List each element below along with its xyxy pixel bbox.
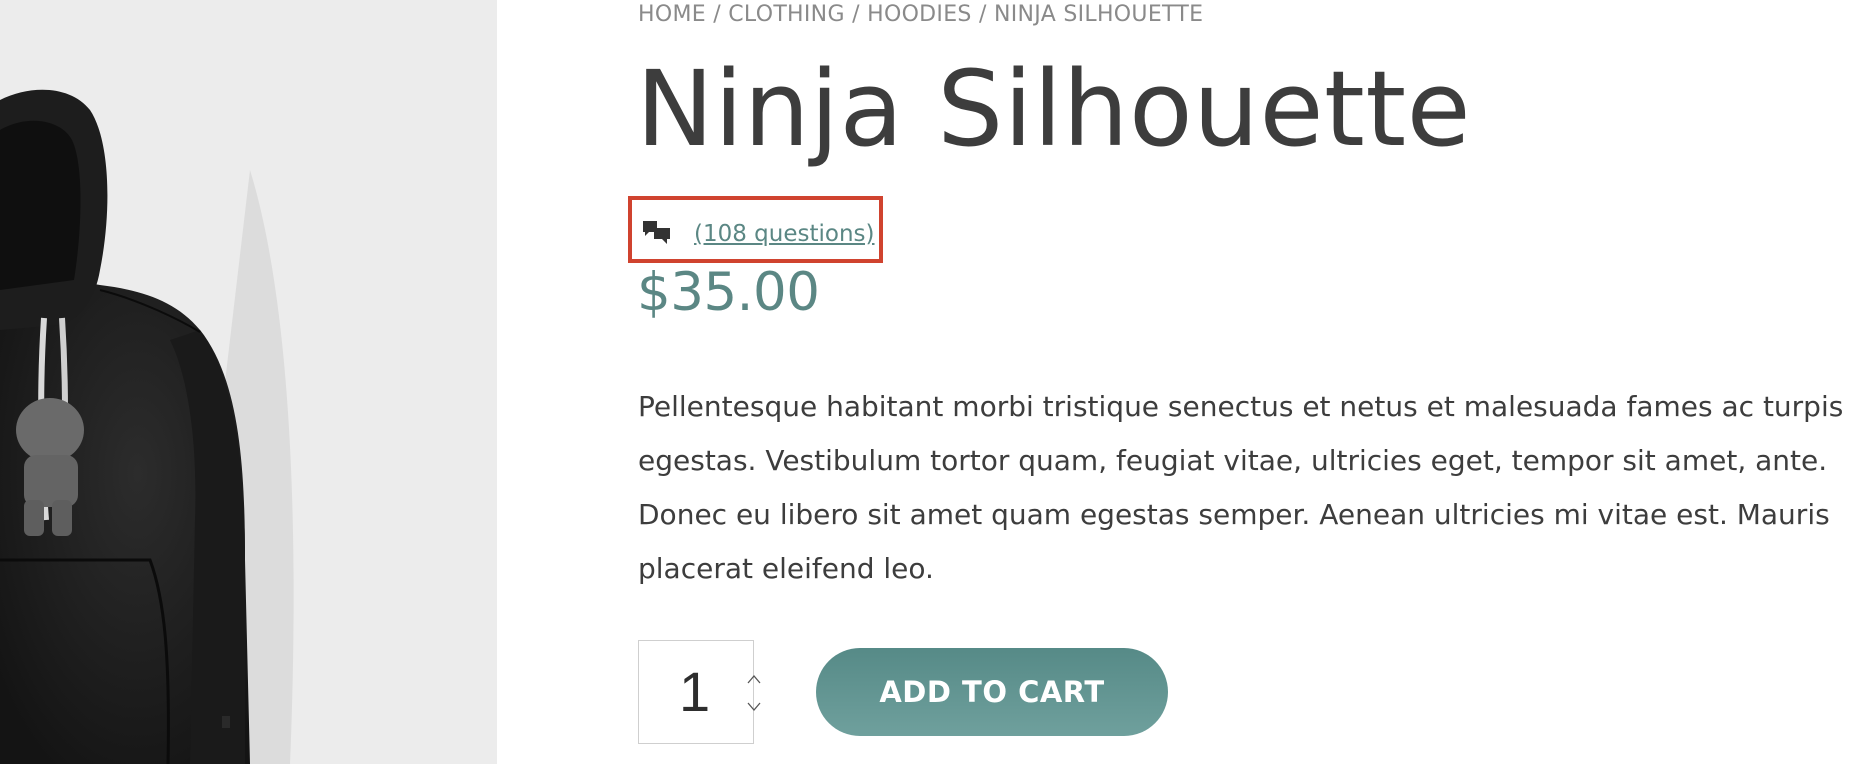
breadcrumb-separator: / [705,2,729,27]
breadcrumb-home[interactable]: HOME [638,2,706,27]
chevron-up-icon[interactable] [746,673,762,685]
breadcrumb-separator: / [844,2,868,27]
breadcrumb-clothing[interactable]: CLOTHING [728,2,845,27]
quantity-value[interactable]: 1 [679,659,710,724]
chat-bubbles-icon [643,221,670,244]
product-price: $35.00 [637,262,820,323]
breadcrumb: HOME / CLOTHING / HOODIES / NINJA SILHOU… [638,2,1203,27]
quantity-stepper[interactable]: 1 [638,640,761,744]
chevron-down-icon[interactable] [746,701,762,713]
product-image[interactable] [0,0,497,764]
questions-link[interactable]: (108 questions) [694,221,875,247]
breadcrumb-hoodies[interactable]: HOODIES [867,2,972,27]
breadcrumb-separator: / [971,2,994,27]
questions-highlight: (108 questions) [628,196,883,263]
product-description: Pellentesque habitant morbi tristique se… [638,390,1844,585]
breadcrumb-current: NINJA SILHOUETTE [994,2,1204,27]
product-title: Ninja Silhouette [636,48,1472,170]
add-to-cart-button[interactable]: ADD TO CART [816,648,1168,736]
hoodie-image [0,89,294,764]
